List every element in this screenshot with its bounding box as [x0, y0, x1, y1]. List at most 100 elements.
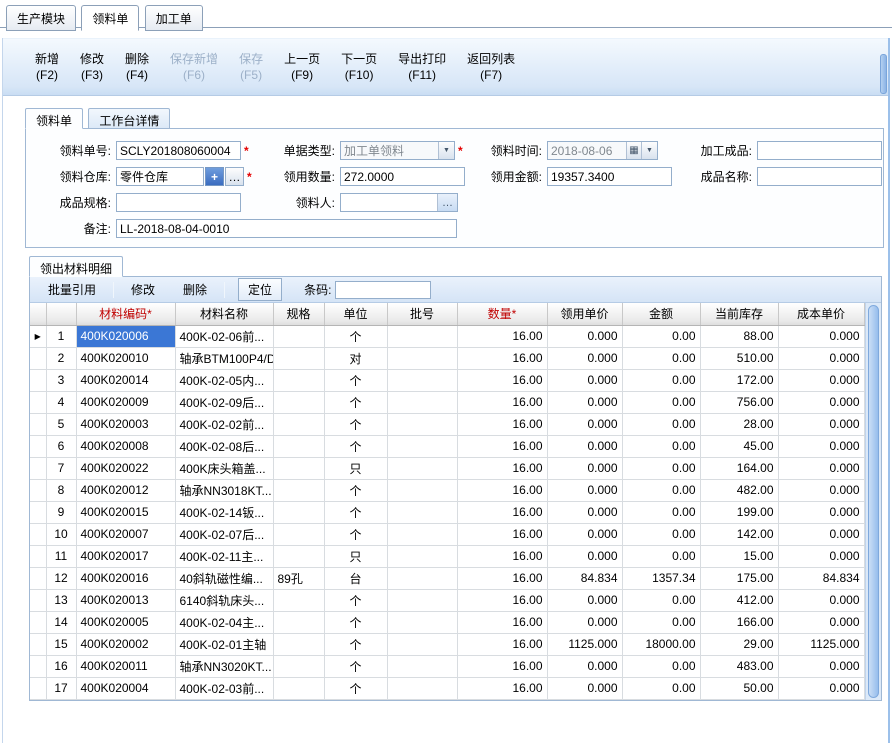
cell-cost[interactable]: 0.000 [778, 501, 865, 524]
cell-amount[interactable]: 0.00 [622, 457, 701, 480]
cell-spec[interactable] [273, 655, 325, 678]
column-header-qty[interactable]: 数量* [457, 303, 548, 326]
table-row[interactable]: 2400K020010轴承BTM100P4/DB对16.000.0000.005… [30, 347, 865, 370]
cell-qty[interactable]: 16.00 [457, 435, 548, 458]
table-row[interactable]: 5 400K020003 400K-02-02前... 个 16.00 0.000 0.00… [30, 413, 865, 436]
cell-qty[interactable]: 16.00 [457, 347, 548, 370]
cell-amount[interactable]: 0.00 [622, 391, 701, 414]
cell-batch[interactable] [387, 413, 458, 436]
cell-qty[interactable]: 16.00 [457, 501, 548, 524]
cell-unit[interactable]: 个 [324, 677, 388, 700]
row-indicator[interactable] [30, 523, 47, 546]
cell-qty[interactable]: 16.00 [457, 523, 548, 546]
cell-cost[interactable]: 0.000 [778, 589, 865, 612]
grid-scrollbar-thumb[interactable] [867, 305, 879, 698]
cell-batch[interactable] [387, 567, 458, 590]
cell-price[interactable]: 0.000 [547, 523, 623, 546]
cell-qty[interactable]: 16.00 [457, 589, 548, 612]
table-row[interactable]: 14 400K020005 400K-02-04主... 个 16.00 0.000 0.0… [30, 611, 865, 634]
cell-stock[interactable]: 15.00 [700, 545, 779, 568]
row-indicator[interactable]: ▶ [30, 325, 47, 348]
batch-reference-button[interactable]: 批量引用 [34, 277, 110, 302]
cell-price[interactable]: 0.000 [547, 655, 623, 678]
cell-unit[interactable]: 台 [324, 567, 388, 590]
cell-code[interactable]: 400K020009 [76, 391, 176, 414]
cell-qty[interactable]: 16.00 [457, 391, 548, 414]
cell-qty[interactable]: 16.00 [457, 677, 548, 700]
cell-unit[interactable]: 个 [324, 369, 388, 392]
grid-scrollbar[interactable] [864, 303, 881, 700]
cell-amount[interactable]: 0.00 [622, 523, 701, 546]
cell-batch[interactable] [387, 369, 458, 392]
row-indicator[interactable] [30, 457, 47, 480]
row-indicator[interactable] [30, 589, 47, 612]
cell-amount[interactable]: 0.00 [622, 501, 701, 524]
cell-name[interactable]: 400K-02-03前... [175, 677, 274, 700]
row-number[interactable]: 13 [46, 589, 77, 612]
cell-name[interactable]: 轴承NN3018KT... [175, 479, 274, 502]
calendar-icon[interactable]: ▦ [626, 142, 641, 159]
cell-price[interactable]: 0.000 [547, 589, 623, 612]
row-indicator[interactable] [30, 391, 47, 414]
cell-price[interactable]: 84.834 [547, 567, 623, 590]
table-row[interactable]: 6 400K020008 400K-02-08后... 个 16.00 0.000 0.00… [30, 435, 865, 458]
cell-spec[interactable] [273, 501, 325, 524]
quantity-input[interactable] [340, 167, 465, 186]
cell-cost[interactable]: 0.000 [778, 457, 865, 480]
modify-row-button[interactable]: 修改 [117, 277, 169, 302]
cell-price[interactable]: 0.000 [547, 435, 623, 458]
cell-batch[interactable] [387, 479, 458, 502]
cell-cost[interactable]: 0.000 [778, 391, 865, 414]
toolbar-scrollbar-thumb[interactable] [880, 54, 887, 94]
cell-name[interactable]: 400K床头箱盖... [175, 457, 274, 480]
row-indicator[interactable] [30, 347, 47, 370]
cell-price[interactable]: 0.000 [547, 413, 623, 436]
row-number[interactable]: 3 [46, 369, 77, 392]
column-header-unit[interactable]: 单位 [324, 303, 388, 326]
cell-batch[interactable] [387, 611, 458, 634]
requisition-no-input[interactable] [116, 141, 241, 160]
warehouse-field[interactable] [116, 167, 204, 186]
cell-cost[interactable]: 0.000 [778, 677, 865, 700]
cell-name[interactable]: 40斜轨磁性编... [175, 567, 274, 590]
cell-batch[interactable] [387, 545, 458, 568]
table-row[interactable]: 10 400K020007 400K-02-07后... 个 16.00 0.000 0.0… [30, 523, 865, 546]
cell-qty[interactable]: 16.00 [457, 479, 548, 502]
cell-batch[interactable] [387, 325, 458, 348]
cell-batch[interactable] [387, 523, 458, 546]
cell-cost[interactable]: 1125.000 [778, 633, 865, 656]
cell-amount[interactable]: 0.00 [622, 655, 701, 678]
cell-batch[interactable] [387, 655, 458, 678]
cell-unit[interactable]: 个 [324, 523, 388, 546]
cell-price[interactable]: 0.000 [547, 391, 623, 414]
column-header-amount[interactable]: 金额 [622, 303, 701, 326]
cell-code[interactable]: 400K020017 [76, 545, 176, 568]
cell-code[interactable]: 400K020011 [76, 655, 176, 678]
remark-input[interactable] [116, 219, 457, 238]
cell-cost[interactable]: 0.000 [778, 545, 865, 568]
row-number[interactable]: 6 [46, 435, 77, 458]
row-number[interactable]: 5 [46, 413, 77, 436]
cell-unit[interactable]: 个 [324, 501, 388, 524]
cell-name[interactable]: 400K-02-06前... [175, 325, 274, 348]
cell-code[interactable]: 400K020022 [76, 457, 176, 480]
cell-price[interactable]: 0.000 [547, 325, 623, 348]
cell-unit[interactable]: 个 [324, 413, 388, 436]
cell-spec[interactable] [273, 347, 325, 370]
column-header-rownum[interactable] [46, 303, 77, 326]
picker-input[interactable] [341, 194, 437, 211]
cell-batch[interactable] [387, 589, 458, 612]
cell-price[interactable]: 0.000 [547, 347, 623, 370]
cell-amount[interactable]: 0.00 [622, 545, 701, 568]
cell-qty[interactable]: 16.00 [457, 457, 548, 480]
cell-code[interactable]: 400K020013 [76, 589, 176, 612]
column-header-price[interactable]: 领用单价 [547, 303, 623, 326]
cell-stock[interactable]: 45.00 [700, 435, 779, 458]
cell-stock[interactable]: 482.00 [700, 479, 779, 502]
cell-price[interactable]: 0.000 [547, 611, 623, 634]
row-indicator[interactable] [30, 435, 47, 458]
table-row[interactable]: 11 400K020017 400K-02-11主... 只 16.00 0.000 0.0… [30, 545, 865, 568]
table-row[interactable]: 3 400K020014 400K-02-05内... 个 16.00 0.000 0.00… [30, 369, 865, 392]
cell-code[interactable]: 400K020014 [76, 369, 176, 392]
cell-amount[interactable]: 0.00 [622, 677, 701, 700]
